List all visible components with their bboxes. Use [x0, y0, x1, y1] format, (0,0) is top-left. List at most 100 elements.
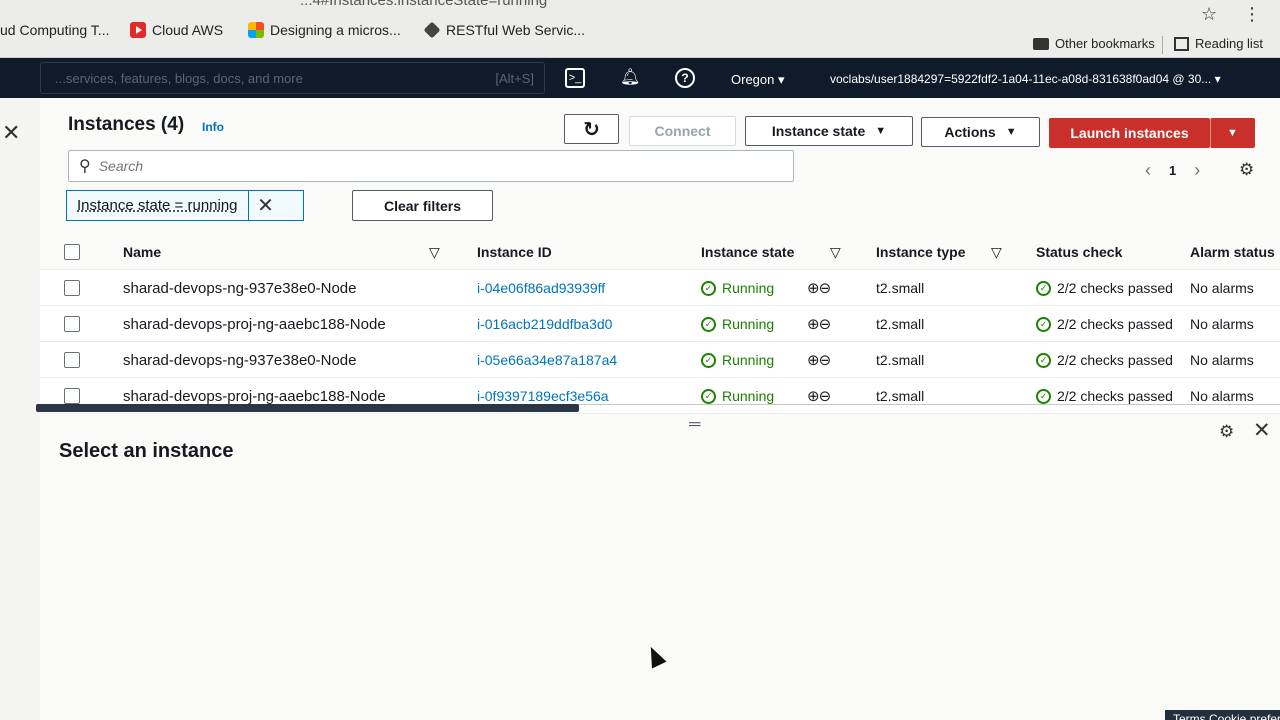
other-bookmarks[interactable]: Other bookmarks	[1033, 36, 1155, 51]
refresh-button[interactable]: ↻	[564, 114, 619, 144]
row-checkbox[interactable]	[64, 342, 80, 378]
actions-label: Actions	[944, 124, 996, 140]
cloudshell-icon[interactable]: >_	[565, 68, 585, 88]
chevron-left-icon[interactable]: ‹	[1145, 160, 1151, 181]
gear-icon[interactable]: ⚙	[1239, 160, 1254, 180]
bookmark-designing-micros[interactable]: Designing a micros...	[248, 22, 401, 38]
alarm-status: No alarms	[1190, 352, 1254, 368]
pagination: ‹ 1 ›	[1145, 160, 1200, 181]
status-check: ✓ 2/2 checks passed	[1036, 342, 1173, 378]
page-number[interactable]: 1	[1169, 163, 1176, 178]
zoom-icons[interactable]: ⊕⊖	[807, 342, 831, 378]
instance-id-link[interactable]: i-04e06f86ad93939ff	[477, 270, 605, 306]
instances-panel: Instances (4) Info ↻ Connect Instance st…	[36, 98, 1280, 720]
instance-id-link[interactable]: i-05e66a34e87a187a4	[477, 342, 617, 378]
address-bar-url[interactable]: ...4#Instances:instanceState=running	[300, 0, 547, 9]
search-icon: ⚲	[79, 158, 91, 175]
connect-button[interactable]: Connect	[629, 116, 736, 146]
caret-down-icon: ▼	[875, 125, 887, 137]
check-circle-icon: ✓	[1036, 352, 1051, 368]
account-menu[interactable]: voclabs/user1884297=5922fdf2-1a04-11ec-a…	[830, 72, 1221, 86]
bookmark-cloud-aws[interactable]: Cloud AWS	[130, 22, 223, 38]
instance-state-label: Instance state	[771, 123, 866, 139]
check-circle-icon: ✓	[701, 280, 716, 296]
footer-links[interactable]: Terms Cookie preferenc...	[1165, 710, 1280, 720]
instance-search[interactable]: ⚲	[68, 150, 794, 182]
web-icon	[423, 21, 441, 39]
status-check-label: 2/2 checks passed	[1057, 280, 1173, 296]
filter-icon[interactable]: ▽	[830, 234, 841, 270]
search-shortcut: [Alt+S]	[495, 71, 534, 86]
check-circle-icon: ✓	[701, 352, 716, 368]
chevron-right-icon[interactable]: ›	[1194, 160, 1200, 181]
check-circle-icon: ✓	[1036, 316, 1051, 332]
clear-filters-button[interactable]: Clear filters	[352, 190, 493, 221]
check-circle-icon: ✓	[1036, 280, 1051, 296]
check-circle-icon: ✓	[701, 388, 716, 404]
launch-dropdown-button[interactable]: ▼	[1210, 118, 1255, 148]
other-bookmarks-label: Other bookmarks	[1055, 36, 1155, 51]
bookmark-restful-web[interactable]: RESTful Web Servic...	[423, 21, 585, 39]
folder-icon	[1033, 37, 1049, 50]
table-header: Name ▽ Instance ID Instance state ▽ Inst…	[40, 234, 1280, 270]
row-checkbox[interactable]	[64, 306, 80, 342]
search-input[interactable]	[98, 158, 739, 174]
status-check: ✓ 2/2 checks passed	[1036, 306, 1173, 342]
table-row[interactable]: sharad-devops-ng-937e38e0-Node i-05e66a3…	[40, 342, 1280, 378]
close-icon[interactable]: ✕	[1253, 418, 1271, 443]
select-all-checkbox[interactable]	[64, 234, 80, 270]
table-row[interactable]: sharad-devops-proj-ng-aaebc188-Node i-01…	[40, 306, 1280, 342]
column-header-instance-state[interactable]: Instance state	[701, 234, 794, 270]
zoom-icons[interactable]: ⊕⊖	[807, 270, 831, 306]
column-header-name[interactable]: Name	[123, 234, 161, 270]
page-title: Instances (4)	[68, 114, 185, 135]
state-label: Running	[722, 280, 775, 296]
service-search-input[interactable]: ...services, features, blogs, docs, and …	[40, 62, 545, 94]
filter-icon[interactable]: ▽	[991, 234, 1002, 270]
table-row[interactable]: sharad-devops-ng-937e38e0-Node i-04e06f8…	[40, 270, 1280, 306]
gear-icon[interactable]: ⚙	[1219, 422, 1234, 442]
check-circle-icon: ✓	[701, 316, 716, 332]
launch-instances-button[interactable]: Launch instances	[1049, 118, 1210, 148]
star-icon[interactable]: ☆	[1201, 4, 1217, 25]
column-header-alarm-status[interactable]: Alarm status	[1190, 234, 1275, 270]
bookmark-separator	[1162, 36, 1163, 54]
browser-bookmarks-bar: ...4#Instances:instanceState=running ud …	[0, 0, 1280, 58]
bell-icon[interactable]: 🔔︎	[620, 68, 640, 88]
alarm-status: No alarms	[1190, 316, 1254, 332]
state-label: Running	[722, 352, 775, 368]
horizontal-scrollbar[interactable]	[36, 404, 579, 412]
status-check-label: 2/2 checks passed	[1057, 352, 1173, 368]
status-check-label: 2/2 checks passed	[1057, 316, 1173, 332]
region-selector[interactable]: Oregon ▾	[731, 72, 785, 88]
alarm-status: No alarms	[1190, 280, 1254, 296]
info-link[interactable]: Info	[202, 120, 224, 134]
account-label: voclabs/user1884297=5922fdf2-1a04-11ec-a…	[830, 72, 1212, 86]
instance-name: sharad-devops-ng-937e38e0-Node	[123, 351, 357, 369]
instance-state: ✓ Running	[701, 342, 774, 378]
instance-id-link[interactable]: i-016acb219ddfba3d0	[477, 306, 612, 342]
filter-token-label[interactable]: Instance state = running	[67, 191, 249, 220]
zoom-icons[interactable]: ⊕⊖	[807, 306, 831, 342]
column-header-instance-id[interactable]: Instance ID	[477, 234, 552, 270]
bookmark-cloud-computing[interactable]: ud Computing T...	[0, 22, 109, 38]
caret-down-icon: ▼	[1005, 126, 1017, 138]
close-nav-icon[interactable]: ✕	[2, 120, 20, 146]
state-label: Running	[722, 388, 775, 404]
row-checkbox[interactable]	[64, 270, 80, 306]
remove-filter-icon[interactable]: ✕	[249, 193, 283, 218]
column-header-status-check[interactable]: Status check	[1036, 234, 1122, 270]
more-menu-icon[interactable]: ⋮	[1243, 4, 1261, 25]
help-icon[interactable]: ?	[675, 68, 695, 88]
reading-list[interactable]: Reading list	[1174, 36, 1263, 51]
status-check-label: 2/2 checks passed	[1057, 388, 1173, 404]
state-label: Running	[722, 316, 775, 332]
column-header-instance-type[interactable]: Instance type	[876, 234, 965, 270]
instance-state-button[interactable]: Instance state ▼	[745, 116, 913, 146]
instance-type: t2.small	[876, 316, 925, 332]
actions-button[interactable]: Actions ▼	[921, 117, 1040, 147]
region-label: Oregon	[731, 72, 775, 87]
filter-icon[interactable]: ▽	[429, 234, 440, 270]
microsoft-icon	[248, 22, 264, 38]
drag-handle-icon[interactable]: ═	[689, 416, 700, 434]
